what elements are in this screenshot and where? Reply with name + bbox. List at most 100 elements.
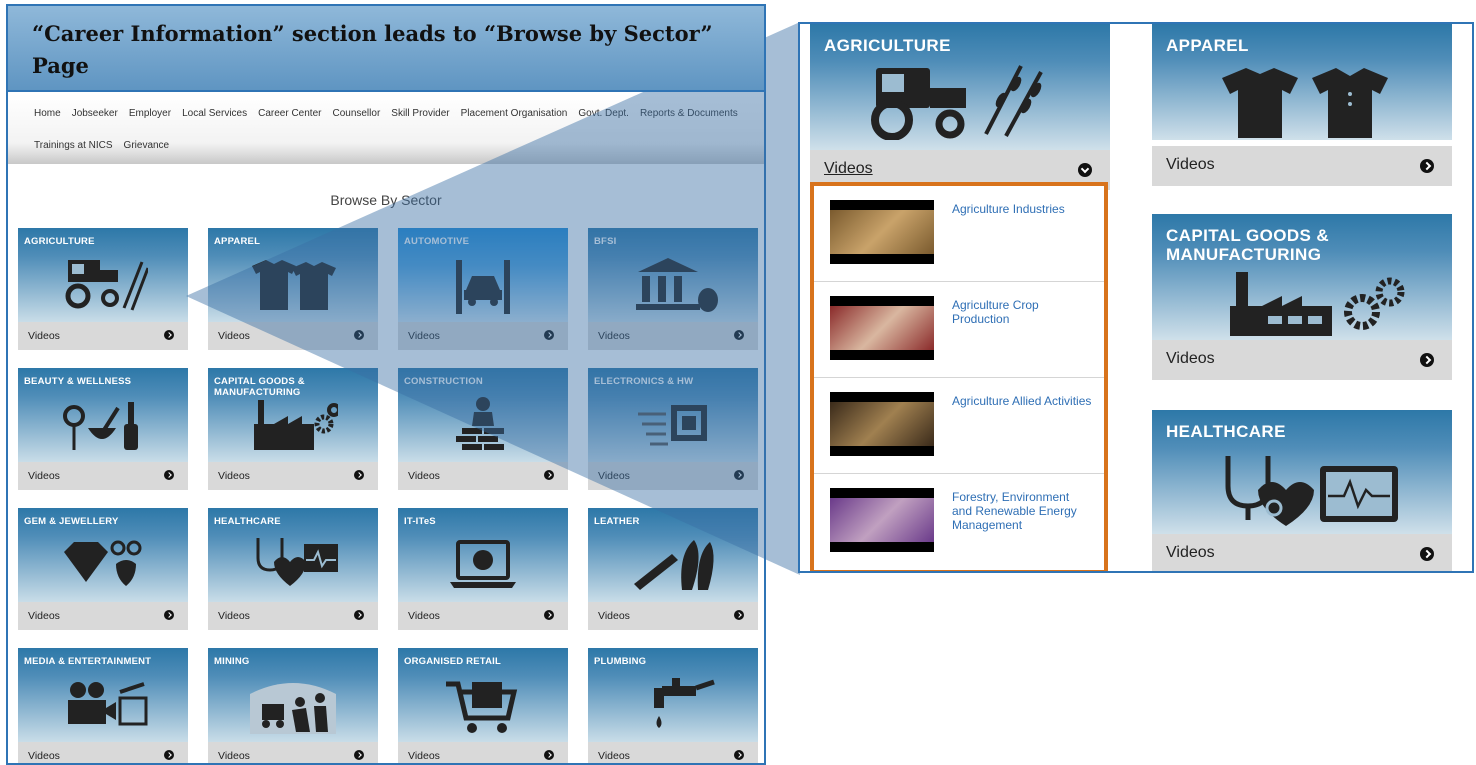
- nav-item[interactable]: Skill Provider: [391, 108, 449, 119]
- sector-tile[interactable]: ELECTRONICS & HW Videos: [588, 368, 758, 490]
- videos-link[interactable]: Videos: [598, 330, 630, 342]
- sector-tile[interactable]: AUTOMOTIVE Videos: [398, 228, 568, 350]
- videos-link[interactable]: Videos: [408, 610, 440, 622]
- videos-link[interactable]: Videos: [598, 470, 630, 482]
- chevron-right-icon[interactable]: [1420, 353, 1434, 367]
- chevron-right-icon[interactable]: [544, 610, 554, 620]
- sector-tile[interactable]: HEALTHCARE Videos: [208, 508, 378, 630]
- video-item[interactable]: Forestry, Environment and Renewable Ener…: [814, 474, 1104, 570]
- videos-link[interactable]: Videos: [28, 610, 60, 622]
- tractor-icon: [65, 260, 148, 311]
- chevron-right-icon[interactable]: [354, 750, 364, 760]
- nav-item[interactable]: Home: [34, 108, 61, 119]
- videos-link[interactable]: Videos: [218, 750, 250, 762]
- diamond-icon: [64, 540, 142, 586]
- videos-link[interactable]: Videos: [218, 610, 250, 622]
- sector-tile[interactable]: BFSI Videos: [588, 228, 758, 350]
- videos-link[interactable]: Videos: [1166, 350, 1215, 368]
- chevron-right-icon[interactable]: [354, 470, 364, 480]
- chevron-right-icon[interactable]: [1420, 547, 1434, 561]
- video-title-link[interactable]: Agriculture Allied Activities: [952, 394, 1092, 408]
- videos-link[interactable]: Videos: [598, 750, 630, 762]
- video-title-link[interactable]: Agriculture Crop Production: [952, 298, 1092, 326]
- chevron-right-icon[interactable]: [734, 750, 744, 760]
- videos-link[interactable]: Videos: [824, 160, 873, 178]
- chevron-right-icon[interactable]: [164, 330, 174, 340]
- sector-tile[interactable]: AGRICULTURE Videos: [18, 228, 188, 350]
- caption-text: “Career Information” section leads to “B…: [32, 21, 713, 78]
- chevron-down-icon[interactable]: [1078, 163, 1092, 177]
- chevron-right-icon[interactable]: [544, 750, 554, 760]
- videos-link[interactable]: Videos: [218, 470, 250, 482]
- tractor-icon: [871, 65, 1043, 140]
- video-title-link[interactable]: Forestry, Environment and Renewable Ener…: [952, 490, 1092, 532]
- factory-icon: [254, 400, 338, 450]
- sector-name: IT-ITeS: [404, 516, 436, 527]
- site-screenshot: Home Jobseeker Employer Local Services Caree…: [6, 4, 766, 765]
- sector-tile[interactable]: APPAREL Videos: [208, 228, 378, 350]
- videos-link[interactable]: Videos: [598, 610, 630, 622]
- video-item[interactable]: Agriculture Crop Production: [814, 282, 1104, 378]
- camera-icon: [68, 682, 148, 726]
- stethoscope-icon: [1225, 456, 1398, 526]
- nav-item[interactable]: Trainings at NICS: [34, 140, 113, 151]
- videos-link[interactable]: Videos: [408, 330, 440, 342]
- chevron-right-icon[interactable]: [544, 330, 554, 340]
- chevron-right-icon[interactable]: [734, 610, 744, 620]
- chevron-right-icon[interactable]: [544, 470, 554, 480]
- video-title-link[interactable]: Agriculture Industries: [952, 202, 1092, 216]
- videos-link[interactable]: Videos: [408, 470, 440, 482]
- chevron-right-icon[interactable]: [354, 330, 364, 340]
- nav-bar: Home Jobseeker Employer Local Services Caree…: [8, 94, 764, 164]
- chevron-right-icon[interactable]: [164, 750, 174, 760]
- shoes-belt-icon: [634, 540, 714, 590]
- shirts-icon: [252, 260, 336, 310]
- videos-link[interactable]: Videos: [218, 330, 250, 342]
- shirts-icon: [1222, 68, 1388, 138]
- video-thumbnail[interactable]: [830, 488, 934, 552]
- nav-row-primary: Home Jobseeker Employer Local Services Caree…: [34, 108, 749, 119]
- nav-item[interactable]: Employer: [129, 108, 171, 119]
- sector-tile[interactable]: PLUMBING Videos: [588, 648, 758, 763]
- videos-link[interactable]: Videos: [408, 750, 440, 762]
- videos-link[interactable]: Videos: [1166, 544, 1215, 562]
- sector-tile[interactable]: CONSTRUCTION Videos: [398, 368, 568, 490]
- sector-tile[interactable]: GEM & JEWELLERY Videos: [18, 508, 188, 630]
- nav-item[interactable]: Govt. Dept.: [578, 108, 629, 119]
- videos-link[interactable]: Videos: [1166, 156, 1215, 174]
- video-item[interactable]: Agriculture Allied Activities: [814, 378, 1104, 474]
- chevron-right-icon[interactable]: [734, 470, 744, 480]
- video-thumbnail[interactable]: [830, 392, 934, 456]
- nav-item[interactable]: Grievance: [124, 140, 170, 151]
- video-thumbnail[interactable]: [830, 200, 934, 264]
- chevron-right-icon[interactable]: [734, 330, 744, 340]
- nav-item[interactable]: Jobseeker: [72, 108, 118, 119]
- sector-tile[interactable]: MINING Videos: [208, 648, 378, 763]
- chevron-right-icon[interactable]: [164, 470, 174, 480]
- chevron-right-icon[interactable]: [1420, 159, 1434, 173]
- sector-tile[interactable]: IT-ITeS Videos: [398, 508, 568, 630]
- sector-tile[interactable]: CAPITAL GOODS & MANUFACTURING Videos: [208, 368, 378, 490]
- nav-item[interactable]: Counsellor: [332, 108, 380, 119]
- video-item[interactable]: Agriculture Industries: [814, 186, 1104, 282]
- nav-item[interactable]: Placement Organisation: [461, 108, 568, 119]
- bricklayer-icon: [456, 397, 504, 450]
- sector-name: MINING: [214, 656, 250, 667]
- videos-link[interactable]: Videos: [28, 470, 60, 482]
- videos-link[interactable]: Videos: [28, 330, 60, 342]
- videos-link[interactable]: Videos: [28, 750, 60, 762]
- sector-tile[interactable]: LEATHER Videos: [588, 508, 758, 630]
- sector-name: BFSI: [594, 236, 617, 247]
- sector-tile[interactable]: BEAUTY & WELLNESS Videos: [18, 368, 188, 490]
- nav-item[interactable]: Reports & Documents: [640, 108, 738, 119]
- chevron-right-icon[interactable]: [354, 610, 364, 620]
- video-thumbnail[interactable]: [830, 296, 934, 360]
- bank-icon: [636, 258, 718, 312]
- sector-name: CONSTRUCTION: [404, 376, 483, 387]
- nav-item[interactable]: Local Services: [182, 108, 247, 119]
- chevron-right-icon[interactable]: [164, 610, 174, 620]
- zoom-panel: AGRICULTURE Videos Agriculture Industrie…: [798, 22, 1474, 573]
- sector-tile[interactable]: MEDIA & ENTERTAINMENT Videos: [18, 648, 188, 763]
- sector-tile[interactable]: ORGANISED RETAIL Videos: [398, 648, 568, 763]
- nav-item[interactable]: Career Center: [258, 108, 321, 119]
